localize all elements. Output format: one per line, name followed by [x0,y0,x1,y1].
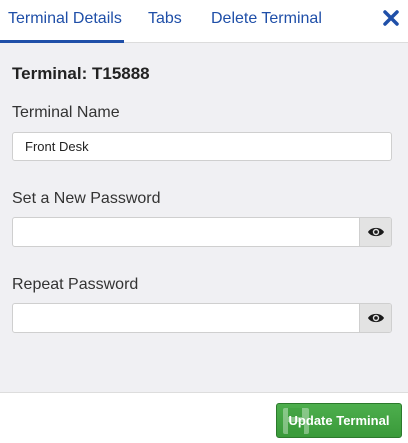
new-password-input[interactable] [13,218,359,246]
update-terminal-button[interactable]: Update Terminal [276,403,402,438]
footer: Update Terminal [0,392,408,443]
tab-tabs[interactable]: Tabs [148,0,182,43]
new-password-group [12,217,392,247]
repeat-password-input[interactable] [13,304,359,332]
terminal-name-label: Terminal Name [12,104,120,121]
tab-bar: Terminal Details Tabs Delete Terminal [0,0,408,43]
close-icon[interactable] [382,9,400,27]
repeat-password-label: Repeat Password [12,276,139,293]
update-terminal-label: Update Terminal [288,413,390,428]
new-password-label: Set a New Password [12,190,161,207]
eye-icon[interactable] [359,304,391,332]
tab-delete-terminal[interactable]: Delete Terminal [211,0,322,43]
terminal-name-input[interactable] [12,132,392,161]
tab-terminal-details[interactable]: Terminal Details [0,0,124,43]
terminal-title: Terminal: T15888 [12,64,150,83]
repeat-password-group [12,303,392,333]
eye-icon[interactable] [359,218,391,246]
